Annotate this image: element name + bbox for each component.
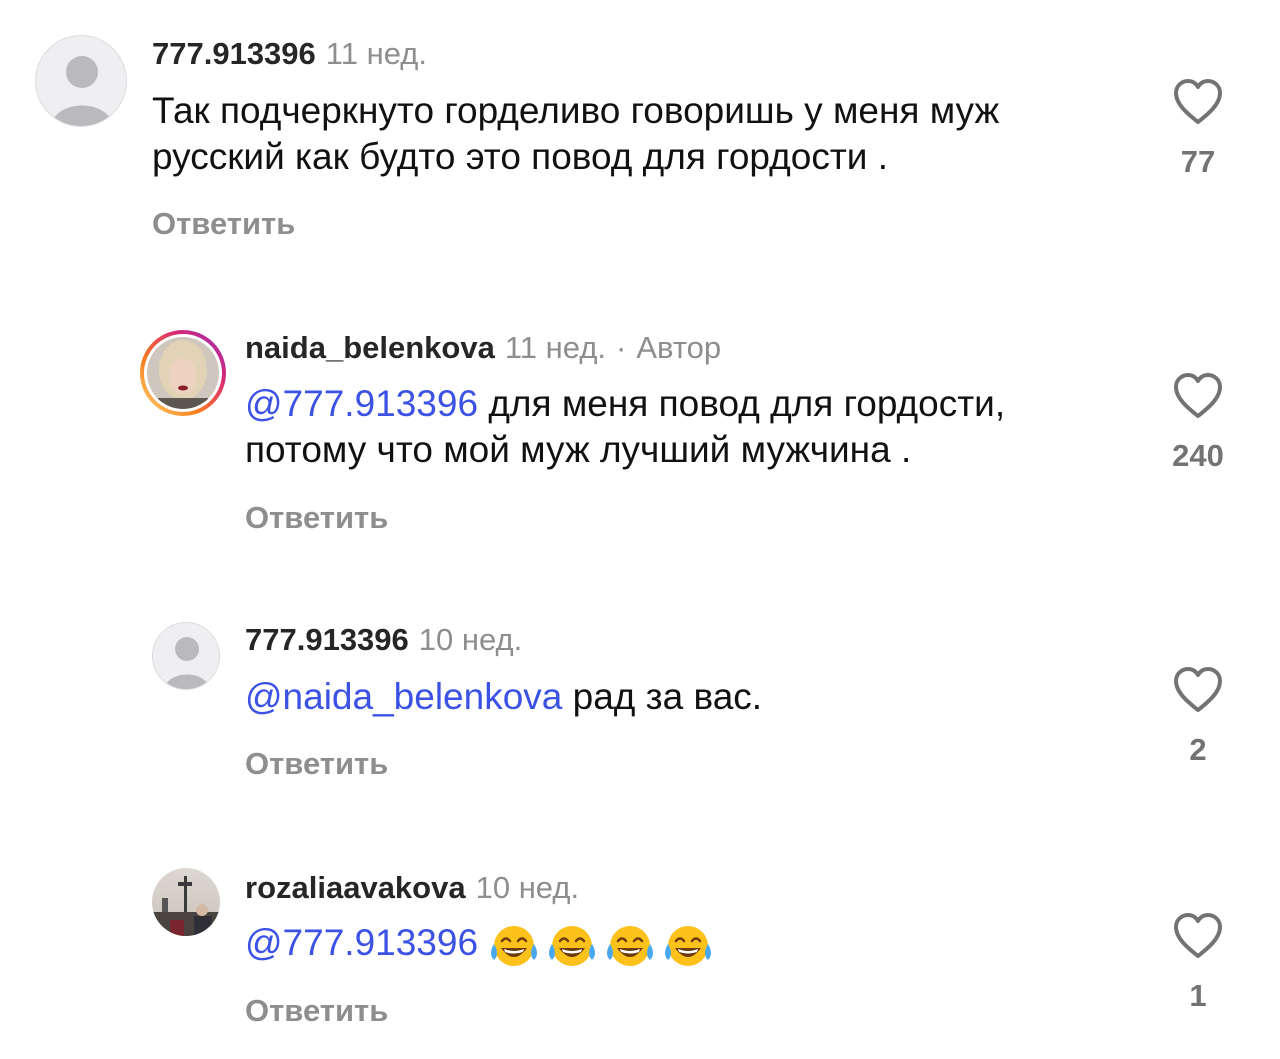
heart-outline-icon[interactable] xyxy=(1172,666,1224,714)
comment-text: @777.913396 для меня повод для гордости,… xyxy=(245,381,1125,473)
person-silhouette-icon xyxy=(50,56,114,126)
like-control: 2 xyxy=(1168,666,1228,768)
avatar[interactable] xyxy=(35,35,127,127)
like-count: 1 xyxy=(1189,978,1207,1013)
heart-outline-icon[interactable] xyxy=(1172,912,1224,960)
reply-button[interactable]: Ответить xyxy=(245,744,388,784)
face-with-tears-of-joy-icon xyxy=(665,926,712,967)
comment-item: naida_belenkova 11 нед. · Автор @777.913396… xyxy=(0,300,1280,580)
comment-header: 777.913396 11 нед. xyxy=(152,34,427,74)
mention-link[interactable]: @777.913396 xyxy=(245,383,478,424)
comment-header: naida_belenkova 11 нед. · Автор xyxy=(245,328,721,368)
comment-text: Так подчеркнуто горделиво говоришь у мен… xyxy=(152,88,1132,180)
emoji-row xyxy=(488,922,720,967)
mention-link[interactable]: @naida_belenkova xyxy=(245,676,562,717)
username[interactable]: rozaliaavakova xyxy=(245,870,466,905)
comment-text-content: рад за вас. xyxy=(572,676,763,717)
timestamp: 10 нед. xyxy=(475,870,580,905)
like-control: 77 xyxy=(1168,78,1228,180)
comment-text: @naida_belenkova рад за вас. xyxy=(245,674,1125,720)
person-silhouette-icon xyxy=(163,637,211,689)
avatar-story-ring[interactable] xyxy=(138,328,228,418)
face-with-tears-of-joy-icon xyxy=(491,926,538,967)
avatar-photo xyxy=(152,868,220,936)
reply-button[interactable]: Ответить xyxy=(245,991,388,1031)
like-count: 2 xyxy=(1189,732,1207,767)
separator: · xyxy=(616,330,627,365)
heart-outline-icon[interactable] xyxy=(1172,78,1224,126)
like-control: 1 xyxy=(1168,912,1228,1014)
username[interactable]: naida_belenkova xyxy=(245,330,495,365)
timestamp: 11 нед. xyxy=(504,330,607,365)
like-control: 240 xyxy=(1168,372,1228,474)
author-badge: Автор xyxy=(636,330,722,365)
comment-text: @777.913396 xyxy=(245,920,1125,968)
comment-item: rozaliaavakova 10 нед. @777.913396 Ответи… xyxy=(0,848,1280,1059)
reply-button[interactable]: Ответить xyxy=(245,498,388,538)
mention-link[interactable]: @777.913396 xyxy=(245,922,478,963)
avatar[interactable] xyxy=(152,622,220,690)
comment-text-content: Так подчеркнуто горделиво говоришь у мен… xyxy=(152,90,1000,177)
face-with-tears-of-joy-icon xyxy=(549,926,596,967)
heart-outline-icon[interactable] xyxy=(1172,372,1224,420)
comment-header: rozaliaavakova 10 нед. xyxy=(245,868,579,908)
avatar-photo xyxy=(140,330,226,416)
timestamp: 10 нед. xyxy=(418,622,523,657)
comment-item: 777.913396 10 нед. @naida_belenkova рад з… xyxy=(0,600,1280,830)
comment-header: 777.913396 10 нед. xyxy=(245,620,522,660)
like-count: 77 xyxy=(1180,144,1216,179)
timestamp: 11 нед. xyxy=(325,36,427,71)
reply-button[interactable]: Ответить xyxy=(152,204,295,244)
like-count: 240 xyxy=(1172,438,1224,473)
username[interactable]: 777.913396 xyxy=(245,622,409,657)
username[interactable]: 777.913396 xyxy=(152,36,316,71)
comment-item: 777.913396 11 нед. Так подчеркнуто гордел… xyxy=(0,0,1280,280)
face-with-tears-of-joy-icon xyxy=(607,926,654,967)
avatar[interactable] xyxy=(152,868,220,936)
